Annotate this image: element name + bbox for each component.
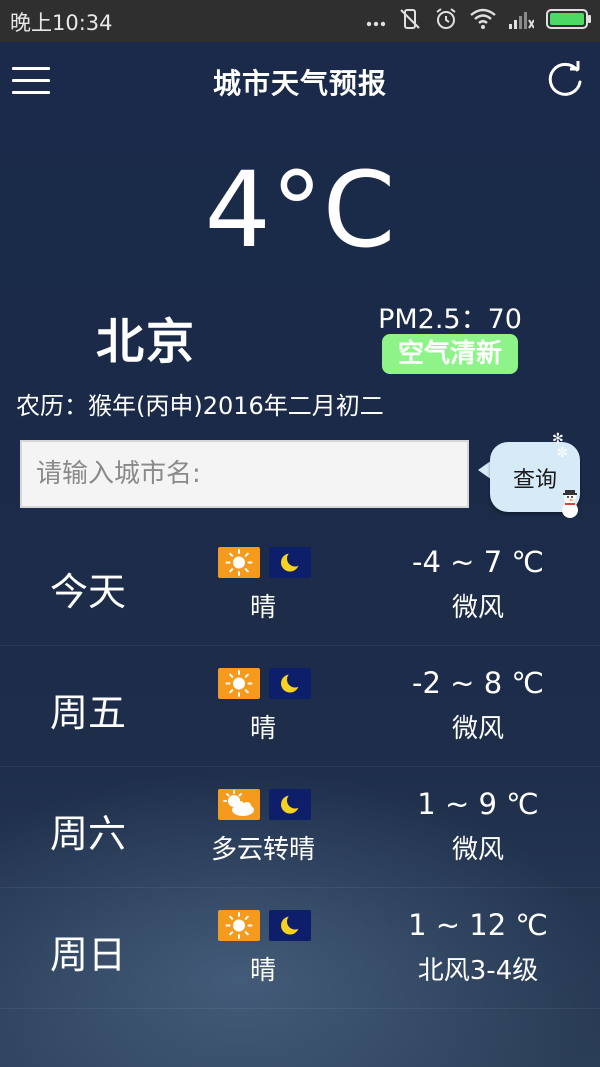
forecast-wind: 微风 xyxy=(451,835,504,865)
pm25-value: PM2.5：70 xyxy=(378,304,522,335)
more-dots-icon xyxy=(366,12,386,31)
query-button[interactable]: 查询 ✻ ✼ xyxy=(476,432,586,522)
status-time: 晚上10:34 xyxy=(10,11,113,35)
moon-icon xyxy=(269,789,311,820)
moon-icon xyxy=(269,668,311,699)
forecast-row: 周五晴 -2 ~ 8 ℃ 微风 xyxy=(0,646,600,767)
forecast-wind: 北风3-4级 xyxy=(417,956,539,986)
city-name: 北京 xyxy=(96,314,197,370)
moon-icon xyxy=(269,547,311,578)
partly-cloudy-icon xyxy=(218,789,260,820)
forecast-temp-range: -4 ~ 7 ℃ xyxy=(412,545,544,579)
forecast-day: 今天 xyxy=(49,570,126,614)
forecast-row: 周六多云转晴 1 ~ 9 ℃ 微风 xyxy=(0,767,600,888)
sunny-icon xyxy=(218,910,260,941)
moon-icon xyxy=(269,910,311,941)
title-bar: 城市天气预报 xyxy=(0,42,600,120)
forecast-row: 周日晴 1 ~ 12 ℃ 北风3-4级 xyxy=(0,888,600,1009)
forecast-wind: 微风 xyxy=(451,714,504,744)
forecast-day: 周五 xyxy=(49,691,126,735)
vibrate-off-icon xyxy=(398,7,422,35)
signal-icon xyxy=(508,8,535,34)
weather-screen: 晚上10:34 城市天气预报 4°C 北京 PM2.5：70 空气清新 农历：猴… xyxy=(0,0,600,1067)
forecast-temp-range: 1 ~ 9 ℃ xyxy=(417,787,539,821)
snowman-icon xyxy=(558,488,582,520)
forecast-temp-range: 1 ~ 12 ℃ xyxy=(408,908,548,942)
forecast-row: 今天晴 -4 ~ 7 ℃ 微风 xyxy=(0,525,600,646)
page-title: 城市天气预报 xyxy=(212,67,387,100)
forecast-condition: 晴 xyxy=(249,714,276,744)
current-temperature: 4°C xyxy=(204,149,396,271)
weather-icons xyxy=(218,547,311,579)
air-quality-badge: 空气清新 xyxy=(382,334,518,374)
sunny-icon xyxy=(218,547,260,578)
forecast-day: 周日 xyxy=(49,933,126,977)
forecast-day: 周六 xyxy=(49,812,126,856)
snowflake-icon: ✻ ✼ xyxy=(552,431,569,461)
battery-icon xyxy=(546,8,592,34)
weather-icons xyxy=(218,789,311,821)
refresh-icon[interactable] xyxy=(546,60,586,100)
forecast-wind: 微风 xyxy=(451,593,504,623)
status-bar: 晚上10:34 xyxy=(0,0,600,42)
wifi-icon xyxy=(470,8,496,34)
forecast-temp-range: -2 ~ 8 ℃ xyxy=(412,666,544,700)
alarm-icon xyxy=(434,7,458,35)
weather-icons xyxy=(218,910,311,942)
forecast-condition: 晴 xyxy=(249,956,276,986)
weather-icons xyxy=(218,668,311,700)
sunny-icon xyxy=(218,668,260,699)
city-search-input[interactable] xyxy=(20,440,469,508)
forecast-condition: 晴 xyxy=(249,593,276,623)
forecast-condition: 多云转晴 xyxy=(210,835,315,865)
status-icons xyxy=(366,8,592,34)
lunar-date: 农历：猴年(丙申)2016年二月初二 xyxy=(16,392,384,420)
forecast-list: 今天晴 -4 ~ 7 ℃ 微风 周五晴 -2 ~ 8 ℃ 微风 周六 多云转晴 1 ~ 9 ℃ 微… xyxy=(0,525,600,1009)
